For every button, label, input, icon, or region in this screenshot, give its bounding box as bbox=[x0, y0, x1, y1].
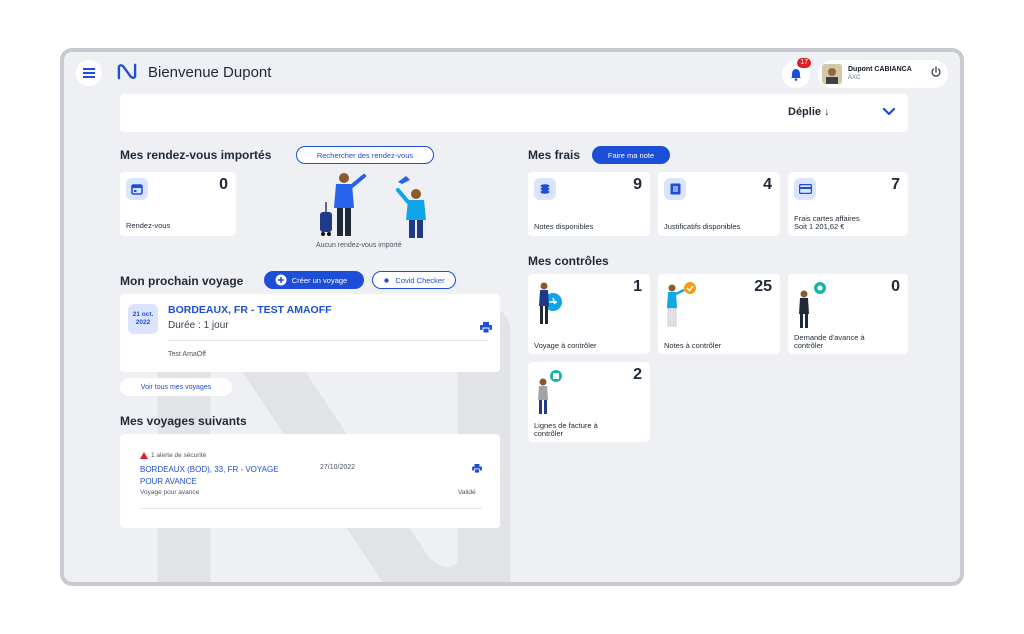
control-advance-count: 0 bbox=[891, 278, 900, 295]
security-alert[interactable]: 1 alerte de sécurité bbox=[140, 452, 206, 459]
virus-icon bbox=[384, 277, 390, 283]
top-bar: Bienvenue Dupont 17 Dupont CABIANCA AXC bbox=[64, 52, 960, 92]
trip-duration: Durée : 1 jour bbox=[168, 320, 229, 331]
coins-icon bbox=[540, 184, 550, 194]
create-expense-report-button[interactable]: Faire ma note bbox=[592, 146, 670, 164]
trip-date-badge: 21 oct. 2022 bbox=[128, 304, 158, 334]
upcoming-trips-section-title: Mes voyages suivants bbox=[120, 414, 247, 428]
control-advance-label: Demande d'avance à contrôler bbox=[794, 334, 865, 350]
control-invoice-label-line2: contrôler bbox=[534, 429, 564, 438]
coins-icon-box bbox=[534, 178, 556, 200]
expense-card-notes[interactable]: 9 Notes disponibles bbox=[528, 172, 650, 236]
covid-checker-button[interactable]: Covid Checker bbox=[372, 271, 456, 289]
expense-business-cards-label: Frais cartes affaires Soit 1 201,62 € bbox=[794, 215, 860, 231]
avatar-person-icon bbox=[822, 64, 842, 84]
rdv-section-title: Mes rendez-vous importés bbox=[120, 148, 272, 162]
upcoming-trips-card: 1 alerte de sécurité BORDEAUX (BOD), 33,… bbox=[120, 434, 500, 528]
controls-section-title: Mes contrôles bbox=[528, 254, 609, 268]
create-trip-label: Créer un voyage bbox=[291, 275, 348, 285]
expense-notes-label: Notes disponibles bbox=[534, 222, 594, 231]
control-trips-count: 1 bbox=[633, 278, 642, 295]
rdv-card[interactable]: 0 Rendez-vous bbox=[120, 172, 236, 236]
deplie-label: Déplie ↓ bbox=[788, 106, 830, 118]
security-alert-text: 1 alerte de sécurité bbox=[151, 452, 207, 459]
app-frame: Bienvenue Dupont 17 Dupont CABIANCA AXC … bbox=[60, 48, 964, 586]
upcoming-trip-date: 27/10/2022 bbox=[320, 464, 356, 471]
receipt-icon bbox=[670, 183, 680, 195]
upcoming-trip-status: Validé bbox=[458, 489, 476, 496]
next-trip-card[interactable]: 21 oct. 2022 BORDEAUX, FR - TEST AMAOFF … bbox=[120, 294, 500, 372]
person-document-illustration-icon bbox=[538, 370, 562, 414]
divider bbox=[168, 340, 488, 341]
expense-card-business-cards[interactable]: 7 Frais cartes affaires Soit 1 201,62 € bbox=[788, 172, 908, 236]
notification-badge: 17 bbox=[797, 58, 811, 68]
person-target-illustration-icon bbox=[799, 282, 826, 328]
expense-notes-count: 9 bbox=[633, 176, 642, 193]
user-menu[interactable]: Dupont CABIANCA AXC bbox=[818, 60, 948, 88]
page-title: Bienvenue Dupont bbox=[148, 64, 272, 81]
power-icon[interactable] bbox=[930, 66, 942, 78]
control-advance-label-line2: contrôler bbox=[794, 341, 824, 350]
control-card-notes[interactable]: 25 Notes à contrôler bbox=[658, 274, 780, 354]
upcoming-trip-title-line2: POUR AVANCE bbox=[140, 477, 197, 486]
trip-date-year: 2022 bbox=[135, 319, 151, 326]
trip-date-day: 21 oct. bbox=[132, 311, 154, 318]
control-notes-label: Notes à contrôler bbox=[664, 341, 722, 350]
warning-icon bbox=[140, 452, 148, 459]
control-invoice-count: 2 bbox=[633, 366, 642, 383]
travelers-illustration-icon bbox=[320, 173, 426, 238]
plus-circle-icon bbox=[275, 274, 287, 286]
search-appointments-button[interactable]: Rechercher des rendez-vous bbox=[296, 146, 434, 164]
chevron-down-icon[interactable] bbox=[882, 106, 896, 118]
expense-card-receipts[interactable]: 4 Justificatifs disponibles bbox=[658, 172, 780, 236]
trip-note: Test AmaOff bbox=[168, 351, 206, 358]
user-company: AXC bbox=[848, 75, 861, 81]
avatar bbox=[822, 64, 842, 84]
see-all-trips-button[interactable]: Voir tous mes voyages bbox=[120, 378, 232, 396]
control-card-trips[interactable]: 1 Voyage à contrôler bbox=[528, 274, 650, 354]
control-card-invoice-lines[interactable]: 2 Lignes de facture à contrôler bbox=[528, 362, 650, 442]
credit-card-icon bbox=[798, 184, 812, 194]
receipt-icon-box bbox=[664, 178, 686, 200]
calendar-icon bbox=[131, 184, 143, 195]
calendar-icon-box bbox=[126, 178, 148, 200]
brand-logo-icon[interactable] bbox=[116, 63, 138, 81]
rdv-count: 0 bbox=[219, 176, 228, 193]
person-check-illustration-icon bbox=[667, 282, 696, 327]
control-trips-label: Voyage à contrôler bbox=[534, 341, 597, 350]
collapse-bar[interactable]: Déplie ↓ bbox=[120, 94, 908, 132]
rdv-label: Rendez-vous bbox=[126, 221, 171, 230]
expense-receipts-label: Justificatifs disponibles bbox=[664, 222, 741, 231]
hamburger-icon bbox=[83, 68, 95, 78]
expense-receipts-count: 4 bbox=[763, 176, 772, 193]
print-icon[interactable] bbox=[480, 322, 492, 333]
control-invoice-label: Lignes de facture à contrôler bbox=[534, 422, 598, 438]
print-icon[interactable] bbox=[472, 464, 482, 473]
expense-business-cards-count: 7 bbox=[891, 176, 900, 193]
covid-checker-label: Covid Checker bbox=[395, 275, 445, 285]
control-notes-count: 25 bbox=[754, 278, 772, 295]
create-trip-button[interactable]: Créer un voyage bbox=[264, 271, 364, 289]
upcoming-trip-title[interactable]: BORDEAUX (BOD), 33, FR - VOYAGE POUR AVA… bbox=[140, 464, 279, 488]
control-card-advance[interactable]: 0 Demande d'avance à contrôler bbox=[788, 274, 908, 354]
expense-business-cards-amount: Soit 1 201,62 € bbox=[794, 222, 845, 231]
notifications-button[interactable]: 17 bbox=[782, 58, 811, 88]
credit-card-icon-box bbox=[794, 178, 816, 200]
divider bbox=[140, 508, 482, 509]
rdv-empty-text: Aucun rendez-vous importé bbox=[316, 242, 402, 249]
user-name: Dupont CABIANCA bbox=[848, 66, 912, 73]
next-trip-section-title: Mon prochain voyage bbox=[120, 274, 244, 288]
bell-icon bbox=[791, 68, 801, 81]
traveler-plane-illustration-icon bbox=[539, 282, 562, 324]
menu-button[interactable] bbox=[76, 60, 102, 86]
upcoming-trip-title-line1: BORDEAUX (BOD), 33, FR - VOYAGE bbox=[140, 465, 279, 474]
trip-title[interactable]: BORDEAUX, FR - TEST AMAOFF bbox=[168, 304, 332, 316]
expenses-section-title: Mes frais bbox=[528, 148, 581, 162]
upcoming-trip-type: Voyage pour avance bbox=[140, 489, 200, 496]
